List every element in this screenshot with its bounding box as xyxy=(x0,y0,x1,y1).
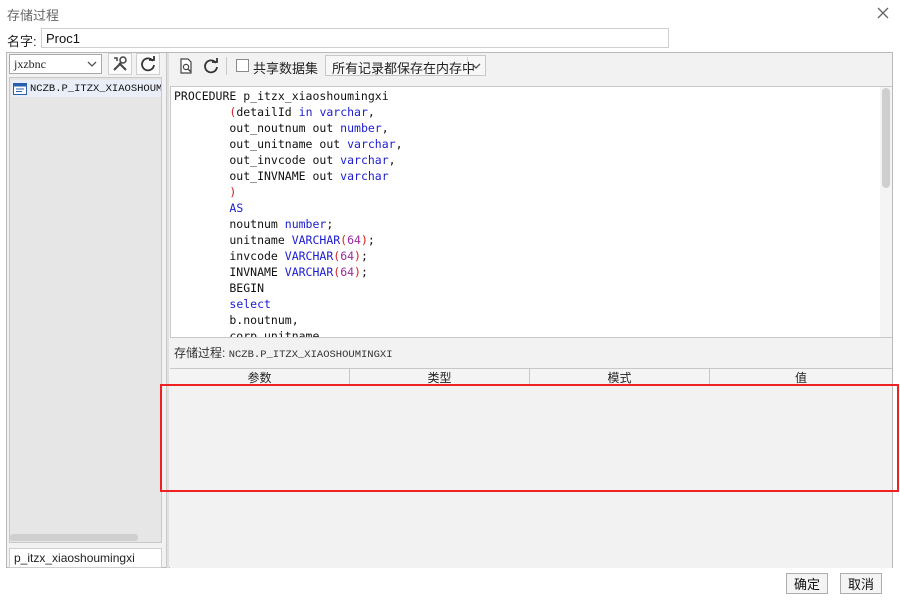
code-line: BEGIN xyxy=(174,281,265,295)
column-header-mode[interactable]: 模式 xyxy=(530,369,710,385)
procedure-icon xyxy=(13,82,27,95)
name-label: 名字: xyxy=(7,34,37,49)
sql-editor[interactable]: PROCEDURE p_itzx_xiaoshoumingxi (detailI… xyxy=(170,86,892,338)
code-line: invcode VARCHAR(64); xyxy=(174,249,368,263)
code-line: out_noutnum out number, xyxy=(174,121,389,135)
close-button[interactable] xyxy=(874,4,892,22)
ok-button[interactable]: 确定 xyxy=(786,573,828,594)
tree-scrollbar[interactable] xyxy=(10,534,138,541)
code-line: unitname VARCHAR(64); xyxy=(174,233,375,247)
tree-item-label: NCZB.P_ITZX_XIAOSHOUMI xyxy=(30,82,162,95)
code-line: out_unitname out varchar, xyxy=(174,137,403,151)
chevron-down-icon xyxy=(87,61,97,67)
code-line: noutnum number; xyxy=(174,217,334,231)
toolbar-separator xyxy=(226,57,227,75)
cancel-button[interactable]: 取消 xyxy=(840,573,882,594)
chevron-down-icon xyxy=(467,57,483,74)
procedure-caption: 存储过程: NCZB.P_ITZX_XIAOSHOUMINGXI xyxy=(174,344,393,361)
refresh-tree-button[interactable] xyxy=(136,53,160,75)
code-line: out_invcode out varchar, xyxy=(174,153,396,167)
procedure-caption-name: NCZB.P_ITZX_XIAOSHOUMINGXI xyxy=(228,349,393,361)
code-line: PROCEDURE p_itzx_xiaoshoumingxi xyxy=(174,89,389,103)
share-dataset-label: 共享数据集 xyxy=(253,61,319,76)
code-line: b.noutnum, xyxy=(174,313,299,327)
close-icon xyxy=(877,7,889,19)
code-line: ) xyxy=(229,185,237,199)
refresh-icon xyxy=(141,56,155,72)
window-title: 存储过程 xyxy=(7,8,60,23)
procedure-search-input[interactable] xyxy=(9,548,162,568)
column-header-type[interactable]: 类型 xyxy=(350,369,530,385)
name-input[interactable] xyxy=(41,28,669,48)
schema-select[interactable]: jxzbnc xyxy=(9,54,102,74)
code-line: INVNAME VARCHAR(64); xyxy=(174,265,368,279)
column-header-value[interactable]: 值 xyxy=(710,369,892,385)
memory-mode-select[interactable]: 所有记录都保存在内存中 xyxy=(325,55,486,76)
schema-select-value: jxzbnc xyxy=(14,57,46,71)
refresh-icon xyxy=(204,58,218,74)
code-line: corp_unitname xyxy=(174,329,320,338)
code-line: out_INVNAME out varchar xyxy=(174,169,389,183)
sql-code: PROCEDURE p_itzx_xiaoshoumingxi (detailI… xyxy=(174,88,403,338)
editor-scrollbar-thumb[interactable] xyxy=(882,88,890,188)
title-bar xyxy=(0,0,900,26)
column-header-param[interactable]: 参数 xyxy=(170,369,350,385)
memory-mode-value: 所有记录都保存在内存中 xyxy=(332,61,476,76)
tree-item[interactable]: NCZB.P_ITZX_XIAOSHOUMI xyxy=(11,80,162,97)
tools-icon xyxy=(113,56,127,71)
code-line: (detailId in varchar, xyxy=(229,105,375,119)
procedure-tree[interactable]: NCZB.P_ITZX_XIAOSHOUMI xyxy=(9,77,162,543)
tools-button[interactable] xyxy=(108,53,132,75)
preview-icon xyxy=(180,58,192,74)
code-line: AS xyxy=(229,201,244,215)
procedure-caption-label: 存储过程: xyxy=(174,346,226,360)
share-dataset-checkbox[interactable] xyxy=(236,59,249,72)
code-line: select xyxy=(229,297,271,311)
refresh-button[interactable] xyxy=(199,55,223,77)
highlight-box xyxy=(160,384,899,492)
preview-button[interactable] xyxy=(174,55,198,77)
